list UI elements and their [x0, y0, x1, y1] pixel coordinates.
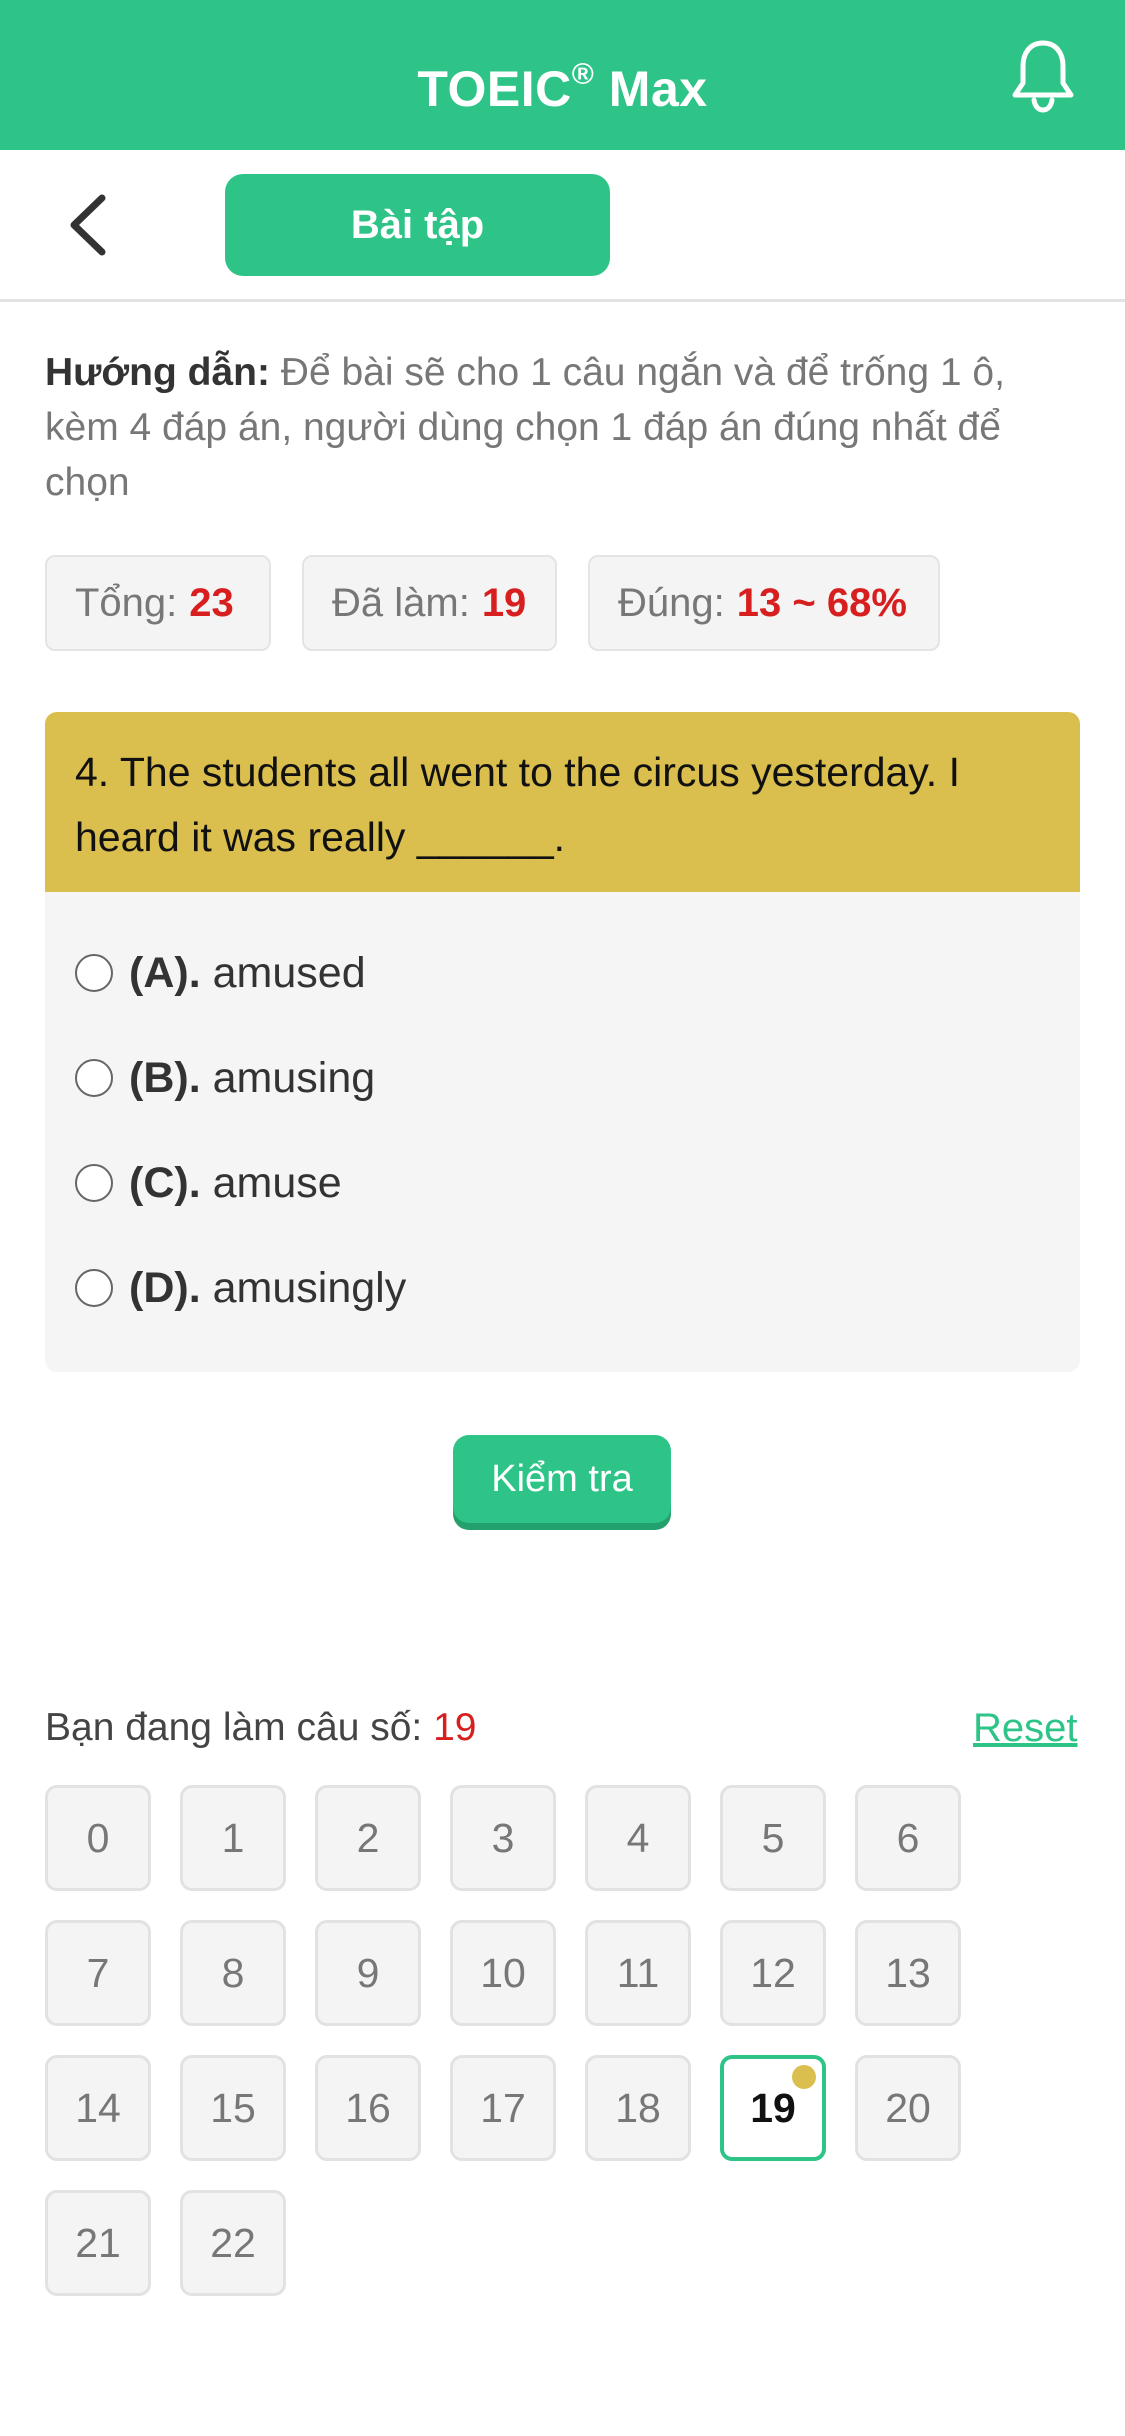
question-number-22[interactable]: 22	[180, 2190, 286, 2296]
instructions-label: Hướng dẫn:	[45, 351, 270, 394]
question-number-5[interactable]: 5	[720, 1785, 826, 1891]
stat-correct: Đúng: 13 ~ 68%	[588, 555, 940, 651]
radio-icon[interactable]	[75, 1058, 113, 1097]
stat-total: Tổng: 23	[45, 555, 271, 651]
question-number-3[interactable]: 3	[450, 1785, 556, 1891]
question-text: 4. The students all went to the circus y…	[45, 712, 1080, 892]
question-number-7[interactable]: 7	[45, 1920, 151, 2026]
option-d[interactable]: (D). amusingly	[75, 1258, 406, 1318]
question-number-9[interactable]: 9	[315, 1920, 421, 2026]
question-number-15[interactable]: 15	[180, 2055, 286, 2161]
question-number-13[interactable]: 13	[855, 1920, 961, 2026]
question-number-6[interactable]: 6	[855, 1785, 961, 1891]
question-number-21[interactable]: 21	[45, 2190, 151, 2296]
reset-link[interactable]: Reset	[973, 1698, 1078, 1758]
option-a[interactable]: (A). amused	[75, 943, 366, 1003]
answer-options: (A). amused (B). amusing (C). amuse (D). amu…	[45, 892, 1080, 1372]
question-number-16[interactable]: 16	[315, 2055, 421, 2161]
question-number-19[interactable]: 19	[720, 2055, 826, 2161]
status-dot-icon	[792, 2065, 816, 2089]
question-number-10[interactable]: 10	[450, 1920, 556, 2026]
option-b[interactable]: (B). amusing	[75, 1048, 375, 1108]
question-number-1[interactable]: 1	[180, 1785, 286, 1891]
option-c[interactable]: (C). amuse	[75, 1153, 342, 1213]
back-chevron-icon[interactable]	[62, 192, 118, 258]
radio-icon[interactable]	[75, 1268, 113, 1307]
question-number-20[interactable]: 20	[855, 2055, 961, 2161]
question-number-8[interactable]: 8	[180, 1920, 286, 2026]
question-number-14[interactable]: 14	[45, 2055, 151, 2161]
question-number-0[interactable]: 0	[45, 1785, 151, 1891]
sub-header: Bài tập	[0, 150, 1125, 302]
question-number-4[interactable]: 4	[585, 1785, 691, 1891]
stat-done: Đã làm: 19	[302, 555, 557, 651]
question-number-18[interactable]: 18	[585, 2055, 691, 2161]
current-question-label: Bạn đang làm câu số: 19	[45, 1706, 477, 1749]
question-number-2[interactable]: 2	[315, 1785, 421, 1891]
app-title: TOEIC® Max	[417, 58, 708, 117]
radio-icon[interactable]	[75, 953, 113, 992]
radio-icon[interactable]	[75, 1163, 113, 1202]
bell-icon[interactable]	[1010, 38, 1076, 114]
top-app-bar: TOEIC® Max	[0, 0, 1125, 150]
question-number-11[interactable]: 11	[585, 1920, 691, 2026]
exercise-tab-button[interactable]: Bài tập	[225, 174, 610, 276]
check-button[interactable]: Kiểm tra	[453, 1435, 671, 1523]
question-number-12[interactable]: 12	[720, 1920, 826, 2026]
instructions: Hướng dẫn: Để bài sẽ cho 1 câu ngắn và đ…	[45, 345, 1085, 510]
question-number-17[interactable]: 17	[450, 2055, 556, 2161]
